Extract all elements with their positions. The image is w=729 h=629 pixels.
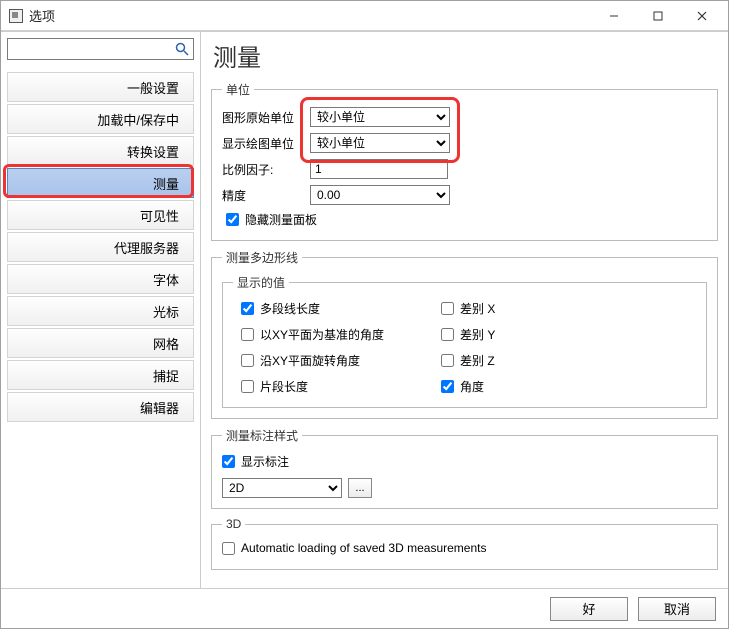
multiseg-len-row[interactable]: 多段线长度 xyxy=(241,297,441,319)
sidebar-search[interactable] xyxy=(7,38,194,60)
multiseg-len-checkbox[interactable] xyxy=(241,302,254,315)
sidebar-item-7[interactable]: 光标 xyxy=(7,296,194,326)
options-window: 选项 一般设置加载中/保存中转换设置测量可见性代理服务器字体光标网格捕捉编辑器 xyxy=(0,0,729,629)
window-title: 选项 xyxy=(29,6,592,25)
polyline-values-legend: 显示的值 xyxy=(233,274,289,291)
page-title: 测量 xyxy=(213,38,718,73)
cancel-button[interactable]: 取消 xyxy=(638,597,716,621)
window-controls xyxy=(592,2,724,30)
xy-angle-checkbox[interactable] xyxy=(241,328,254,341)
maximize-button[interactable] xyxy=(636,2,680,30)
diff-y-checkbox[interactable] xyxy=(441,328,454,341)
close-button[interactable] xyxy=(680,2,724,30)
rot-xy-angle-checkbox[interactable] xyxy=(241,354,254,367)
sidebar-item-6[interactable]: 字体 xyxy=(7,264,194,294)
app-icon xyxy=(9,9,23,23)
sidebar-item-8[interactable]: 网格 xyxy=(7,328,194,358)
rot-xy-angle-row[interactable]: 沿XY平面旋转角度 xyxy=(241,349,441,371)
precision-select[interactable]: 0.00 xyxy=(310,185,450,205)
dialog-footer: 好 取消 xyxy=(1,588,728,628)
three-d-group: 3D Automatic loading of saved 3D measure… xyxy=(211,517,718,570)
titlebar: 选项 xyxy=(1,1,728,31)
show-annotation-label: 显示标注 xyxy=(241,453,289,470)
hide-panel-label: 隐藏测量面板 xyxy=(245,211,317,228)
autoload-3d-label: Automatic loading of saved 3D measuremen… xyxy=(241,541,486,555)
show-annotation-row[interactable]: 显示标注 xyxy=(222,450,289,472)
minimize-button[interactable] xyxy=(592,2,636,30)
sidebar-item-5[interactable]: 代理服务器 xyxy=(7,232,194,262)
angle-row[interactable]: 角度 xyxy=(441,375,581,397)
diff-z-row[interactable]: 差别 Z xyxy=(441,349,581,371)
polyline-legend: 测量多边形线 xyxy=(222,249,302,266)
show-annotation-checkbox[interactable] xyxy=(222,455,235,468)
autoload-3d-checkbox[interactable] xyxy=(222,542,235,555)
diff-z-label: 差别 Z xyxy=(460,352,495,369)
angle-checkbox[interactable] xyxy=(441,380,454,393)
main-panel: 测量 单位 图形原始单位 较小单位 显示绘图单位 较小单位 比例因子: 精度 xyxy=(201,32,728,588)
segment-len-label: 片段长度 xyxy=(260,378,308,395)
display-units-label: 显示绘图单位 xyxy=(222,135,310,152)
angle-label: 角度 xyxy=(460,378,484,395)
content: 一般设置加载中/保存中转换设置测量可见性代理服务器字体光标网格捕捉编辑器 测量 … xyxy=(1,31,728,588)
diff-x-label: 差别 X xyxy=(460,300,495,317)
rot-xy-angle-label: 沿XY平面旋转角度 xyxy=(260,352,360,369)
annotation-mode-select[interactable]: 2D xyxy=(222,478,342,498)
display-units-select[interactable]: 较小单位 xyxy=(310,133,450,153)
original-units-select[interactable]: 较小单位 xyxy=(310,107,450,127)
diff-y-label: 差别 Y xyxy=(460,326,495,343)
sidebar-item-1[interactable]: 加载中/保存中 xyxy=(7,104,194,134)
annotation-group: 测量标注样式 显示标注 2D ... xyxy=(211,427,718,509)
search-input[interactable] xyxy=(11,40,174,58)
polyline-group: 测量多边形线 显示的值 多段线长度 差别 X 以XY平面为基准的角度 差别 Y … xyxy=(211,249,718,419)
diff-x-row[interactable]: 差别 X xyxy=(441,297,581,319)
diff-z-checkbox[interactable] xyxy=(441,354,454,367)
segment-len-checkbox[interactable] xyxy=(241,380,254,393)
sidebar-item-4[interactable]: 可见性 xyxy=(7,200,194,230)
sidebar-item-2[interactable]: 转换设置 xyxy=(7,136,194,166)
sidebar-item-9[interactable]: 捕捉 xyxy=(7,360,194,390)
scale-factor-input[interactable] xyxy=(310,159,448,179)
precision-label: 精度 xyxy=(222,187,310,204)
xy-angle-label: 以XY平面为基准的角度 xyxy=(260,326,384,343)
hide-panel-checkbox[interactable] xyxy=(226,213,239,226)
diff-x-checkbox[interactable] xyxy=(441,302,454,315)
sidebar: 一般设置加载中/保存中转换设置测量可见性代理服务器字体光标网格捕捉编辑器 xyxy=(1,32,201,588)
units-legend: 单位 xyxy=(222,81,254,98)
polyline-values-group: 显示的值 多段线长度 差别 X 以XY平面为基准的角度 差别 Y 沿XY平面旋转… xyxy=(222,274,707,408)
units-group: 单位 图形原始单位 较小单位 显示绘图单位 较小单位 比例因子: 精度 0.00 xyxy=(211,81,718,241)
sidebar-nav: 一般设置加载中/保存中转换设置测量可见性代理服务器字体光标网格捕捉编辑器 xyxy=(1,62,200,588)
diff-y-row[interactable]: 差别 Y xyxy=(441,323,581,345)
hide-panel-checkbox-row[interactable]: 隐藏测量面板 xyxy=(226,208,317,230)
annotation-more-button[interactable]: ... xyxy=(348,478,372,498)
ok-button[interactable]: 好 xyxy=(550,597,628,621)
multiseg-len-label: 多段线长度 xyxy=(260,300,320,317)
scale-factor-label: 比例因子: xyxy=(222,161,310,178)
segment-len-row[interactable]: 片段长度 xyxy=(241,375,441,397)
annotation-legend: 测量标注样式 xyxy=(222,427,302,444)
sidebar-item-3[interactable]: 测量 xyxy=(7,168,194,198)
xy-angle-row[interactable]: 以XY平面为基准的角度 xyxy=(241,323,441,345)
autoload-3d-row[interactable]: Automatic loading of saved 3D measuremen… xyxy=(222,537,486,559)
search-icon[interactable] xyxy=(174,41,190,57)
sidebar-item-10[interactable]: 编辑器 xyxy=(7,392,194,422)
sidebar-item-0[interactable]: 一般设置 xyxy=(7,72,194,102)
three-d-legend: 3D xyxy=(222,517,245,531)
original-units-label: 图形原始单位 xyxy=(222,109,310,126)
